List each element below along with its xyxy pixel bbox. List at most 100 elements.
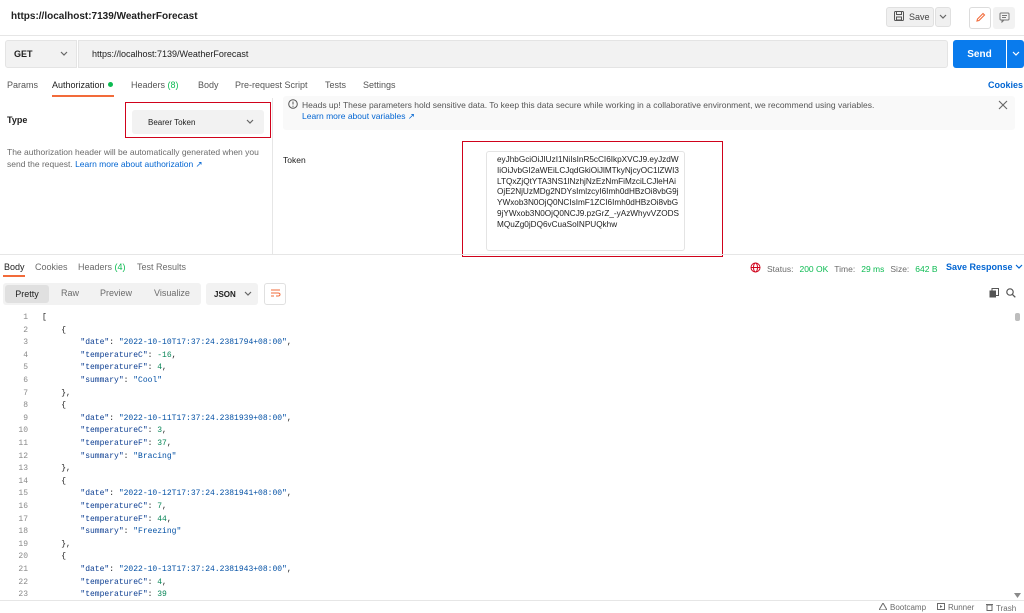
close-icon[interactable] <box>998 100 1008 112</box>
learn-more-variables-link[interactable]: Learn more about variables ↗ <box>302 111 415 122</box>
headers-count: (8) <box>167 80 179 90</box>
status-label: Status: <box>767 263 794 274</box>
code-line: "date": "2022-10-13T17:37:24.2381943+08:… <box>80 565 292 574</box>
code-line: { <box>42 401 67 411</box>
status-value: 200 OK <box>799 263 829 274</box>
method-select[interactable]: GET <box>5 40 77 68</box>
tab-settings[interactable]: Settings <box>363 80 396 90</box>
wrap-lines-button[interactable] <box>264 283 286 305</box>
code-line: "summary": "Bracing" <box>80 451 177 461</box>
line-number: 6 <box>23 376 28 385</box>
code-line: { <box>42 476 67 486</box>
response-tab-test-results[interactable]: Test Results <box>137 262 186 272</box>
line-number: 15 <box>18 489 28 499</box>
active-indicator-dot <box>107 82 113 87</box>
scrollbar-thumb[interactable] <box>1015 313 1020 321</box>
line-number: 11 <box>18 439 28 448</box>
edit-button[interactable] <box>969 7 991 29</box>
code-line: "date": "2022-10-11T17:37:24.2381939+08:… <box>80 413 292 423</box>
active-tab-underline <box>3 275 25 277</box>
runner-label: Runner <box>948 603 975 612</box>
size-label: Size: <box>890 263 910 274</box>
code-line: { <box>42 325 67 335</box>
view-visualize-button[interactable]: Visualize <box>154 288 190 298</box>
line-number: 16 <box>18 502 28 511</box>
response-tab-cookies[interactable]: Cookies <box>35 262 68 272</box>
line-number: 17 <box>18 514 28 524</box>
view-preview-button[interactable]: Preview <box>100 288 132 298</box>
tab-authorization-label: Authorization <box>52 80 105 90</box>
tab-headers[interactable]: Headers (8) <box>131 80 179 90</box>
comments-button[interactable] <box>993 7 1015 29</box>
time-label: Time: <box>834 263 856 274</box>
scroll-down-arrow-icon[interactable] <box>1014 590 1021 600</box>
code-line: }, <box>42 388 71 398</box>
trash-label: Trash <box>996 603 1017 613</box>
line-number: 13 <box>18 464 28 474</box>
wrap-icon <box>270 288 281 300</box>
tab-params[interactable]: Params <box>7 80 38 90</box>
response-headers-label: Headers <box>78 262 113 272</box>
runner-button[interactable]: Runner <box>937 603 974 612</box>
tab-headers-label: Headers <box>131 80 166 90</box>
time-value: 29 ms <box>861 263 885 274</box>
code-line: }, <box>42 539 71 549</box>
line-number: 19 <box>18 539 28 549</box>
line-number: 4 <box>23 350 28 360</box>
highlight-box-token <box>462 141 723 257</box>
response-body-code[interactable]: 1 [2 {3 "date": "2022-10-10T17:37:24.2381… <box>0 310 1024 600</box>
line-number: 8 <box>23 401 28 411</box>
tab-tests[interactable]: Tests <box>325 80 346 90</box>
banner-text: Heads up! These parameters hold sensitiv… <box>302 100 875 110</box>
format-select[interactable]: JSON <box>206 283 258 305</box>
chevron-down-icon <box>939 12 947 22</box>
chevron-down-icon <box>1015 262 1023 272</box>
line-number: 14 <box>18 476 28 486</box>
line-number: 23 <box>18 590 28 600</box>
response-tab-headers[interactable]: Headers (4) <box>78 262 126 272</box>
view-pretty-button[interactable]: Pretty <box>5 285 49 303</box>
request-title: https://localhost:7139/WeatherForecast <box>11 11 198 22</box>
info-icon <box>288 99 298 111</box>
line-number: 12 <box>18 451 28 461</box>
format-value: JSON <box>214 289 236 299</box>
tab-pre-request-script[interactable]: Pre-request Script <box>235 80 308 90</box>
send-button[interactable]: Send <box>953 40 1006 68</box>
auth-description: The authorization header will be automat… <box>7 146 262 170</box>
active-tab-underline <box>52 95 114 97</box>
url-input[interactable]: https://localhost:7139/WeatherForecast <box>78 40 948 68</box>
highlight-box-auth-type <box>125 102 271 138</box>
globe-icon[interactable] <box>750 262 761 275</box>
token-label: Token <box>283 155 306 165</box>
response-tab-body[interactable]: Body <box>4 262 25 272</box>
method-label: GET <box>14 49 33 59</box>
auth-type-label: Type <box>7 115 28 125</box>
size-value: 642 B <box>915 263 938 274</box>
runner-icon <box>937 603 945 612</box>
save-dropdown-button[interactable] <box>935 7 951 27</box>
copy-icon[interactable] <box>989 288 999 300</box>
bootcamp-icon <box>878 601 888 612</box>
line-number: 3 <box>23 338 28 348</box>
code-line: [ <box>42 313 47 322</box>
line-number: 10 <box>18 426 28 436</box>
save-response-button[interactable]: Save Response <box>946 262 1023 272</box>
chevron-down-icon <box>244 290 252 299</box>
tab-body[interactable]: Body <box>198 80 219 90</box>
save-response-label: Save Response <box>946 262 1013 272</box>
tab-authorization[interactable]: Authorization <box>52 80 113 90</box>
view-raw-button[interactable]: Raw <box>61 288 79 298</box>
send-dropdown-button[interactable] <box>1007 40 1024 68</box>
line-number: 21 <box>18 565 28 574</box>
cookies-link[interactable]: Cookies <box>988 80 1023 90</box>
learn-more-authorization-link[interactable]: Learn more about authorization ↗ <box>75 159 203 169</box>
code-line: "summary": "Cool" <box>80 376 163 385</box>
search-icon[interactable] <box>1006 288 1016 300</box>
bootcamp-button[interactable]: Bootcamp <box>878 601 927 612</box>
bootcamp-label: Bootcamp <box>890 603 927 612</box>
code-line: }, <box>42 464 71 474</box>
code-line: { <box>42 552 67 562</box>
save-button[interactable]: Save <box>886 7 934 27</box>
code-line: "date": "2022-10-12T17:37:24.2381941+08:… <box>80 489 292 499</box>
code-line: "temperatureF": 44, <box>80 514 172 524</box>
